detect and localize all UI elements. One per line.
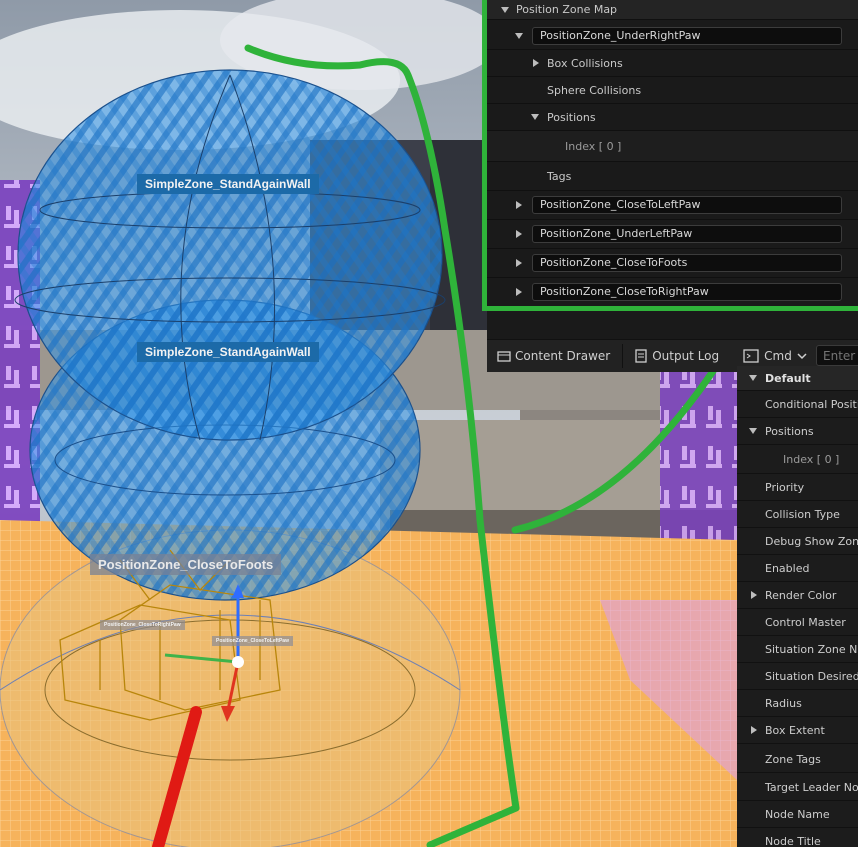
prop-render-color[interactable]: Render Color xyxy=(737,582,858,609)
terminal-icon xyxy=(743,349,759,363)
prop-label: Collision Type xyxy=(765,507,840,521)
prop-label: Node Title xyxy=(765,834,821,847)
collapse-arrow-icon[interactable] xyxy=(749,428,757,434)
cmd-dropdown[interactable]: Cmd xyxy=(743,349,808,363)
prop-box-extent[interactable]: Box Extent xyxy=(737,717,858,744)
zone-label-close-to-left-paw: PositionZone_CloseToLeftPaw xyxy=(212,636,293,646)
prop-target-leader-node[interactable]: Target Leader Nod xyxy=(737,774,858,801)
output-log-button[interactable]: Output Log xyxy=(635,349,719,363)
content-drawer-label: Content Drawer xyxy=(515,349,611,363)
output-log-label: Output Log xyxy=(652,349,720,363)
prop-label: Zone Tags xyxy=(765,752,821,766)
prop-radius[interactable]: Radius xyxy=(737,690,858,717)
prop-label: Situation Desired Z xyxy=(765,669,858,683)
chevron-down-icon xyxy=(797,353,807,360)
prop-label: Enabled xyxy=(765,561,810,575)
prop-label: Situation Zone Nar xyxy=(765,642,858,656)
prop-priority[interactable]: Priority xyxy=(737,474,858,501)
annotation-frame xyxy=(482,0,858,311)
prop-enabled[interactable]: Enabled xyxy=(737,555,858,582)
prop-label: Positions xyxy=(765,424,814,438)
prop-label: Render Color xyxy=(765,588,837,602)
prop-label: Target Leader Nod xyxy=(765,780,858,794)
details-panel: Position Zone Map PositionZone_UnderRigh… xyxy=(482,0,858,371)
prop-control-master[interactable]: Control Master xyxy=(737,609,858,636)
prop-conditional-position[interactable]: Conditional Positio xyxy=(737,391,858,418)
prop-label: Control Master xyxy=(765,615,846,629)
cmd-label: Cmd xyxy=(764,349,792,363)
prop-node-name[interactable]: Node Name xyxy=(737,801,858,828)
prop-situation-desired[interactable]: Situation Desired Z xyxy=(737,663,858,690)
default-section-header[interactable]: Default xyxy=(737,366,858,391)
collapse-arrow-icon[interactable] xyxy=(749,375,757,381)
zone-label-stand-against-wall-top: SimpleZone_StandAgainWall xyxy=(137,174,319,194)
expand-arrow-icon[interactable] xyxy=(751,726,757,734)
output-log-icon xyxy=(635,349,647,363)
content-drawer-icon xyxy=(497,351,511,362)
prop-label: Priority xyxy=(765,480,805,494)
prop-debug-show-zone[interactable]: Debug Show Zone xyxy=(737,528,858,555)
prop-label: Conditional Positio xyxy=(765,397,858,411)
toolbar-divider xyxy=(622,344,624,368)
default-section-label: Default xyxy=(765,371,811,385)
prop-label: Radius xyxy=(765,696,802,710)
prop-zone-tags[interactable]: Zone Tags xyxy=(737,746,858,773)
content-drawer-button[interactable]: Content Drawer xyxy=(497,349,610,363)
prop-label: Node Name xyxy=(765,807,830,821)
prop-positions[interactable]: Positions xyxy=(737,418,858,445)
properties-panel: Default Conditional Positio Positions In… xyxy=(737,366,858,847)
console-command-input[interactable] xyxy=(816,345,858,366)
zone-label-stand-against-wall-middle: SimpleZone_StandAgainWall xyxy=(137,342,319,362)
prop-situation-zone-name[interactable]: Situation Zone Nar xyxy=(737,636,858,663)
prop-label: Index [ 0 ] xyxy=(783,452,840,466)
prop-collision-type[interactable]: Collision Type xyxy=(737,501,858,528)
prop-index-0[interactable]: Index [ 0 ] xyxy=(737,445,858,474)
expand-arrow-icon[interactable] xyxy=(751,591,757,599)
zone-label-close-to-foots: PositionZone_CloseToFoots xyxy=(90,554,282,575)
prop-node-title[interactable]: Node Title xyxy=(737,828,858,847)
prop-label: Debug Show Zone xyxy=(765,534,858,548)
prop-label: Box Extent xyxy=(765,723,825,737)
zone-label-close-to-right-paw: PositionZone_CloseToRightPaw xyxy=(100,620,185,630)
